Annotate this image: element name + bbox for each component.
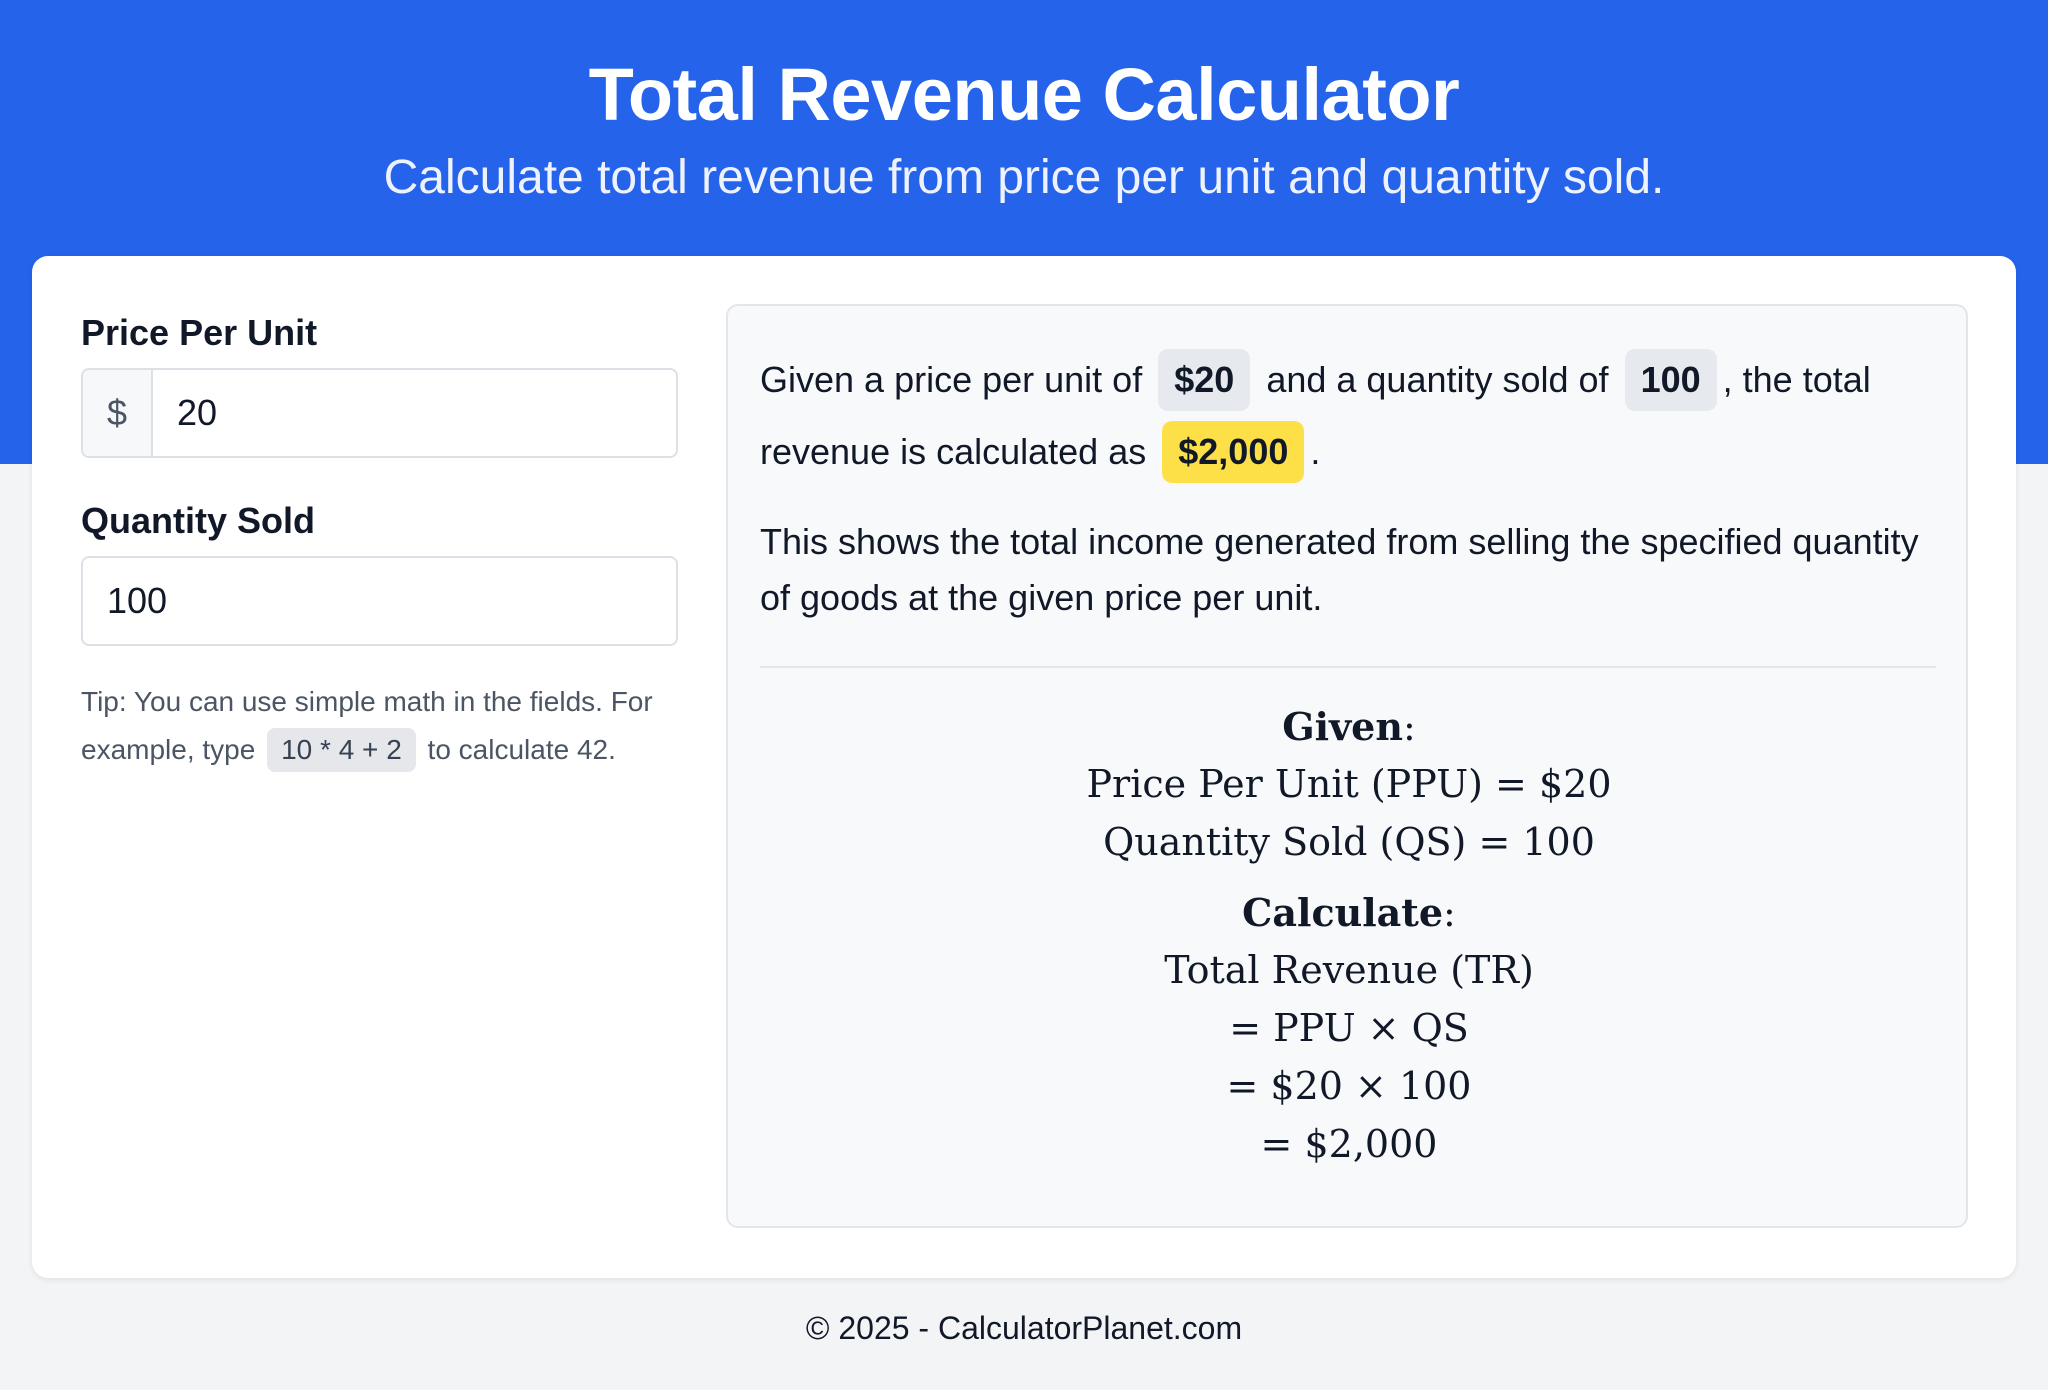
page-subtitle: Calculate total revenue from price per u… bbox=[383, 151, 1665, 204]
quantity-sold-field bbox=[81, 556, 678, 646]
given-heading: Given: bbox=[1282, 704, 1416, 749]
given-price-line: Price Per Unit (PPU) = $20 bbox=[1086, 762, 1612, 806]
footer-copyright: © 2025 - CalculatorPlanet.com bbox=[805, 1310, 1243, 1346]
price-chip: $20 bbox=[1158, 349, 1251, 411]
math-tip: Tip: You can use simple math in the fiel… bbox=[81, 678, 681, 774]
given-quantity-line: Quantity Sold (QS) = 100 bbox=[1103, 820, 1595, 864]
price-per-unit-field: $ bbox=[81, 368, 678, 458]
quantity-sold-input[interactable] bbox=[83, 558, 676, 644]
page-title: Total Revenue Calculator bbox=[588, 53, 1460, 136]
result-description: This shows the total income generated fr… bbox=[760, 521, 1919, 618]
calc-line-formula: = PPU × QS bbox=[1229, 1006, 1469, 1050]
result-text-2: and a quantity sold of bbox=[1266, 359, 1609, 400]
tip-text-end: to calculate 42. bbox=[427, 734, 616, 765]
calc-line-formula-name: Total Revenue (TR) bbox=[1164, 948, 1534, 992]
currency-prefix: $ bbox=[83, 370, 153, 456]
result-text-4: . bbox=[1310, 431, 1321, 472]
price-per-unit-label: Price Per Unit bbox=[81, 312, 318, 353]
calc-line-result: = $2,000 bbox=[1260, 1122, 1438, 1166]
result-text-1: Given a price per unit of bbox=[760, 359, 1143, 400]
calc-line-substitution: = $20 × 100 bbox=[1226, 1064, 1472, 1108]
result-panel: Given a price per unit of $20 and a quan… bbox=[726, 304, 1968, 1228]
result-sentence: Given a price per unit of $20 and a quan… bbox=[760, 344, 1940, 488]
price-per-unit-input[interactable] bbox=[153, 370, 676, 456]
total-revenue-chip: $2,000 bbox=[1162, 421, 1305, 483]
tip-code-example: 10 * 4 + 2 bbox=[267, 728, 416, 772]
quantity-sold-label: Quantity Sold bbox=[81, 500, 315, 541]
calculator-card: Price Per Unit $ Quantity Sold Tip: You … bbox=[32, 256, 2016, 1278]
calculate-heading: Calculate: bbox=[1242, 890, 1456, 935]
quantity-chip: 100 bbox=[1624, 349, 1717, 411]
divider bbox=[760, 666, 1936, 668]
